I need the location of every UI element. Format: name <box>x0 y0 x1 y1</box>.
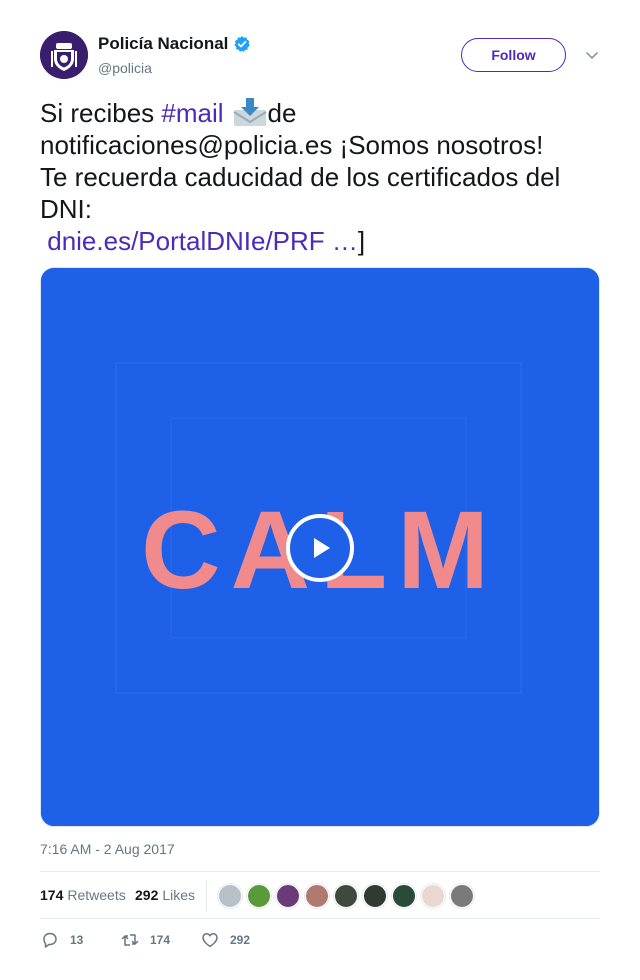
tweet-stats: 174 Retweets 292 Likes <box>40 871 600 919</box>
reply-count: 13 <box>70 933 84 947</box>
hashtag-link[interactable]: #mail <box>161 98 223 128</box>
display-name[interactable]: Policía Nacional <box>98 34 228 54</box>
link-ellipsis[interactable]: … <box>325 226 358 256</box>
likes-count: 292 <box>135 887 159 903</box>
play-icon <box>314 538 330 558</box>
liker-avatar[interactable] <box>218 884 242 908</box>
retweet-icon <box>121 934 139 946</box>
handle[interactable]: @policia <box>98 60 152 76</box>
liker-avatar[interactable] <box>247 884 271 908</box>
heart-icon <box>202 933 218 948</box>
tweet-actions: 13 174 292 <box>40 930 600 952</box>
retweets-count: 174 <box>40 887 64 903</box>
verified-badge-icon <box>234 36 251 53</box>
likes-stat[interactable]: 292 Likes <box>135 887 195 903</box>
liker-avatars <box>218 884 479 908</box>
liker-avatar[interactable] <box>421 884 445 908</box>
retweets-stat[interactable]: 174 Retweets <box>40 887 126 903</box>
tweet-text: Si recibes #mail de notificaciones@polic… <box>40 96 605 257</box>
reply-button[interactable]: 13 <box>40 930 83 950</box>
name-row: Policía Nacional <box>98 34 251 54</box>
timestamp[interactable]: 7:16 AM - 2 Aug 2017 <box>40 841 175 857</box>
retweet-button[interactable]: 174 <box>120 930 170 950</box>
tweet-header: Policía Nacional @policia Follow <box>40 31 600 81</box>
tweet-line-2: notificaciones@policia.es ¡Somos nosotro… <box>40 130 544 160</box>
tweet-text-segment: de <box>267 98 297 128</box>
inbox-tray-icon <box>233 98 267 126</box>
divider <box>206 880 207 912</box>
tweet-line-5: dnie.es/PortalDNIe/PRF …] <box>40 225 605 257</box>
liker-avatar[interactable] <box>450 884 474 908</box>
like-button[interactable]: 292 <box>200 930 250 950</box>
tweet-line-1: Si recibes #mail de <box>40 96 605 129</box>
tweet-url-link[interactable]: dnie.es/PortalDNIe/PRF <box>47 226 324 256</box>
retweets-label: Retweets <box>67 887 126 903</box>
liker-avatar[interactable] <box>276 884 300 908</box>
retweet-count: 174 <box>150 933 171 947</box>
liker-avatar[interactable] <box>305 884 329 908</box>
like-count: 292 <box>230 933 251 947</box>
video-player[interactable]: CALM <box>40 267 600 827</box>
avatar[interactable] <box>40 31 88 79</box>
closing-bracket: ] <box>357 226 366 256</box>
follow-button[interactable]: Follow <box>461 38 566 72</box>
tweet-line-3: Te recuerda caducidad de los certificado… <box>40 162 561 192</box>
tweet-line-4: DNI: <box>40 194 92 224</box>
police-emblem-icon <box>40 31 88 79</box>
liker-avatar[interactable] <box>392 884 416 908</box>
play-button[interactable] <box>286 514 354 582</box>
liker-avatar[interactable] <box>334 884 358 908</box>
reply-icon <box>43 932 57 948</box>
liker-avatar[interactable] <box>363 884 387 908</box>
likes-label: Likes <box>162 887 196 903</box>
tweet-text-segment: Si recibes <box>40 98 162 128</box>
chevron-down-icon[interactable] <box>584 47 600 63</box>
